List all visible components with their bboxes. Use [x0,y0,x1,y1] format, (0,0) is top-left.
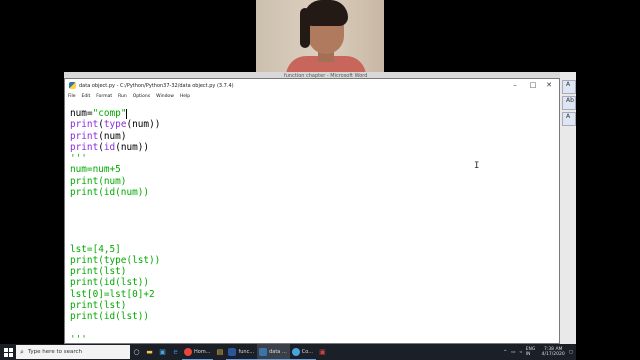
code-text[interactable]: num="comp" print(type(num)) print(num) prin… [70,108,160,345]
network-icon[interactable]: ▭ [511,350,515,355]
idle-window-title: data object.py - C:/Python/Python37-32/d… [79,82,234,89]
code-line[interactable] [70,221,160,232]
code-line[interactable]: print(id(lst)) [70,277,160,288]
taskbar-app-label: func... [238,348,255,355]
mouse-ibeam-cursor: I [474,161,480,171]
presenter-hair [304,0,348,26]
code-line[interactable]: print(lst) [70,266,160,277]
code-line[interactable] [70,232,160,243]
language-indicator[interactable]: ENG IN [526,347,538,357]
code-line[interactable]: ''' [70,153,160,164]
word-icon [228,347,237,356]
taskbar-app-idle[interactable]: data ... [257,344,290,360]
extra-app-icon[interactable]: ▣ [316,344,329,360]
store-icon[interactable]: ▣ [156,344,169,360]
webcam-overlay [256,0,384,72]
windows-taskbar: ⌕ Type here to search ○ ▬ ▣ e Hom... ▤ f… [0,344,576,360]
menu-format[interactable]: Format [96,94,112,99]
idle-titlebar[interactable]: data object.py - C:/Python/Python37-32/d… [65,79,559,92]
menu-window[interactable]: Window [156,94,174,99]
maximize-button[interactable]: □ [525,79,541,92]
code-line[interactable]: print(type(num)) [70,119,160,130]
conference-icon [291,347,300,356]
menu-options[interactable]: Options [133,94,150,99]
python-icon [69,82,76,89]
taskbar-app-label: Hom... [194,348,211,355]
code-line[interactable]: print(id(num)) [70,142,160,153]
presenter-hair-side [300,8,310,48]
code-line[interactable]: print(id(lst)) [70,311,160,322]
idle-editor-window[interactable]: data object.py - C:/Python/Python37-32/d… [64,78,560,345]
style-swatch[interactable]: Ab [562,96,576,110]
code-line[interactable]: print(num) [70,176,160,187]
windows-start-icon[interactable] [0,344,16,360]
search-placeholder: Type here to search [27,349,82,355]
code-line[interactable]: num="comp" [70,108,160,119]
clock-date: 4/17/2020 [541,352,565,357]
text-caret [126,108,128,119]
code-line[interactable] [70,323,160,334]
code-line[interactable]: print(id(num)) [70,187,160,198]
menu-run[interactable]: Run [118,94,127,99]
python-idle-icon [259,347,268,356]
menu-file[interactable]: File [68,94,76,99]
code-editor[interactable]: num="comp" print(type(num)) print(num) prin… [65,100,559,345]
explorer-icon[interactable]: ▬ [143,344,156,360]
menu-edit[interactable]: Edit [82,94,91,99]
code-line[interactable]: lst=[4,5] [70,244,160,255]
code-line[interactable] [70,198,160,209]
letterbox-right [576,0,640,360]
edge-icon[interactable]: e [169,344,182,360]
task-view-icon[interactable]: ○ [130,344,143,360]
style-swatch[interactable]: A [562,80,576,94]
taskbar-app-chrome[interactable]: Hom... [182,344,214,360]
code-line[interactable]: num=num+5 [70,164,160,175]
close-button[interactable]: ✕ [541,79,557,92]
chrome-icon [184,347,192,356]
volume-icon[interactable]: ◃ [519,350,521,355]
tray-chevron-icon[interactable]: ^ [503,350,507,355]
taskbar-app-label: Co... [301,348,313,355]
taskbar-app-word[interactable]: func... [226,344,258,360]
taskbar-app-label: data ... [269,348,287,355]
search-icon: ⌕ [20,347,24,356]
clock[interactable]: 7:38 AM 4/17/2020 [542,347,565,357]
code-line[interactable]: print(num) [70,131,160,142]
system-tray: ^ ▭ ◃ ENG IN 7:38 AM 4/17/2020 ▢ [503,344,576,360]
code-line[interactable]: lst[0]=lst[0]+2 [70,289,160,300]
code-line[interactable] [70,210,160,221]
code-line[interactable]: print(type(lst)) [70,255,160,266]
taskbar-search-box[interactable]: ⌕ Type here to search [16,345,130,359]
code-line[interactable]: print(lst) [70,300,160,311]
word-styles-strip[interactable]: A Ab A [560,72,576,344]
notification-icon[interactable]: ▢ [569,350,573,355]
idle-menubar: File Edit Format Run Options Window Help [65,92,559,100]
minimize-button[interactable]: – [507,79,523,92]
taskbar-app-conference[interactable]: Co... [289,344,316,360]
menu-help[interactable]: Help [180,94,190,99]
style-swatch[interactable]: A [562,112,576,126]
files-icon[interactable]: ▤ [213,344,226,360]
